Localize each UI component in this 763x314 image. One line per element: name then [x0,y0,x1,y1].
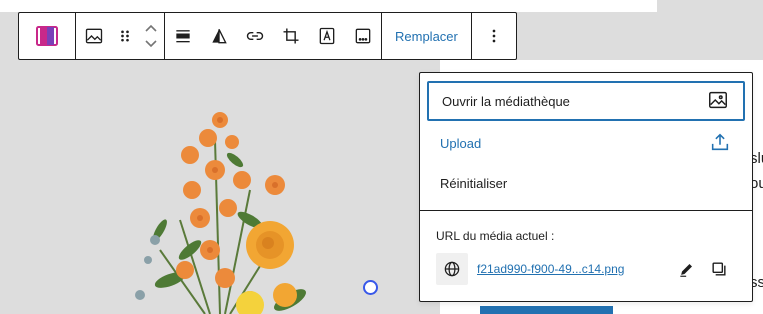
cover-block-icon[interactable] [19,13,75,59]
chevron-up-icon[interactable] [143,20,159,36]
transform-group [76,13,165,59]
reset-item[interactable]: Réinitialiser [427,163,745,203]
replace-popover: Ouvrir la médiathèque Upload Réinitialis… [419,72,753,302]
replace-button[interactable]: Remplacer [382,13,471,59]
crop-icon[interactable] [273,13,309,59]
block-toolbar: Remplacer [18,12,517,60]
text-overlay-icon[interactable] [309,13,345,59]
pencil-icon[interactable] [675,257,699,281]
resize-handle[interactable] [363,280,378,295]
chevron-down-icon[interactable] [143,36,159,52]
more-horizontal-icon[interactable] [345,13,381,59]
drag-handle-icon[interactable] [112,13,138,59]
link-icon[interactable] [237,13,273,59]
content-button-edge [480,306,613,314]
more-vertical-icon[interactable] [472,13,516,59]
open-media-library-item[interactable]: Ouvrir la médiathèque [427,81,745,121]
globe-icon [436,253,468,285]
open-media-library-label: Ouvrir la médiathèque [442,93,570,109]
reset-label: Réinitialiser [440,175,508,191]
align-full-width-icon[interactable] [165,13,201,59]
tools-group [165,13,382,59]
image-icon[interactable] [76,13,112,59]
current-media-label: URL du média actuel : [436,229,555,243]
copy-icon[interactable] [707,257,731,281]
current-media-url-link[interactable]: f21ad990-f900-49...c14.png [477,262,624,276]
image-icon [707,89,729,114]
top-strip [0,0,657,12]
duotone-filter-icon[interactable] [201,13,237,59]
upload-item[interactable]: Upload [427,123,745,163]
popover-divider [420,210,752,211]
block-mover [138,13,164,59]
options-group [472,13,516,59]
flower-image[interactable] [100,100,440,314]
upload-icon [709,131,731,156]
block-switcher-group [19,13,76,59]
replace-group: Remplacer [382,13,472,59]
upload-label: Upload [440,135,482,151]
